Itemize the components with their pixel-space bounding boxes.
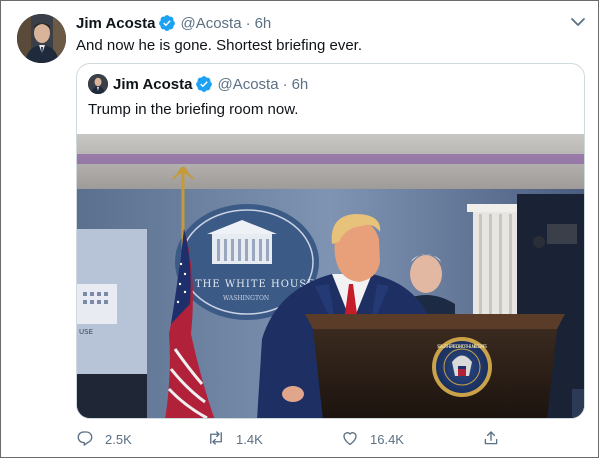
reply-count: 2.5K	[105, 431, 132, 447]
tweet-card[interactable]: Jim Acosta @Acosta · 6h And now he is go…	[0, 0, 599, 458]
quoted-tweet-header: Jim Acosta @Acosta · 6h	[88, 74, 308, 94]
monitor-text: USE	[79, 328, 93, 336]
verified-badge-icon	[195, 75, 213, 93]
quoted-author-avatar[interactable]	[88, 74, 108, 94]
quoted-tweet-timestamp[interactable]: 6h	[292, 76, 309, 93]
tweet-timestamp[interactable]: 6h	[255, 15, 272, 32]
reply-button[interactable]: 2.5K	[76, 427, 132, 451]
backdrop-text: THE WHITE HOUSE	[195, 279, 315, 290]
quoted-author-name[interactable]: Jim Acosta	[113, 76, 192, 93]
backdrop-subtext: WASHINGTON	[223, 295, 269, 302]
tweet-header: Jim Acosta @Acosta · 6h	[76, 13, 271, 33]
chevron-down-icon[interactable]	[568, 12, 588, 32]
share-button[interactable]	[482, 427, 511, 451]
quoted-tweet-text: Trump in the briefing room now.	[88, 101, 299, 118]
author-name[interactable]: Jim Acosta	[76, 15, 155, 32]
verified-badge-icon	[158, 14, 176, 32]
share-icon	[482, 429, 511, 450]
author-handle[interactable]: @Acosta	[180, 15, 241, 32]
like-count: 16.4K	[370, 431, 404, 447]
like-button[interactable]: 16.4K	[341, 427, 404, 451]
quoted-tweet[interactable]: Jim Acosta @Acosta · 6h Trump in the bri…	[76, 63, 585, 419]
quoted-author-handle[interactable]: @Acosta	[217, 76, 278, 93]
separator-dot: ·	[245, 14, 251, 32]
retweet-button[interactable]: 1.4K	[207, 427, 263, 451]
reply-icon	[76, 429, 105, 450]
tweet-actions: 2.5K 1.4K 16.4K	[76, 427, 506, 451]
seal-text: SEAL OF THE PRESIDENT OF THE UNITED STAT…	[437, 344, 487, 349]
author-avatar[interactable]	[17, 14, 66, 63]
retweet-count: 1.4K	[236, 431, 263, 447]
briefing-room-photo[interactable]: USE THE WHITE HOUSE WASHINGTON SEAL OF T…	[77, 134, 584, 418]
heart-icon	[341, 429, 370, 450]
tweet-text: And now he is gone. Shortest briefing ev…	[76, 37, 363, 54]
retweet-icon	[207, 429, 236, 450]
separator-dot: ·	[282, 75, 288, 93]
